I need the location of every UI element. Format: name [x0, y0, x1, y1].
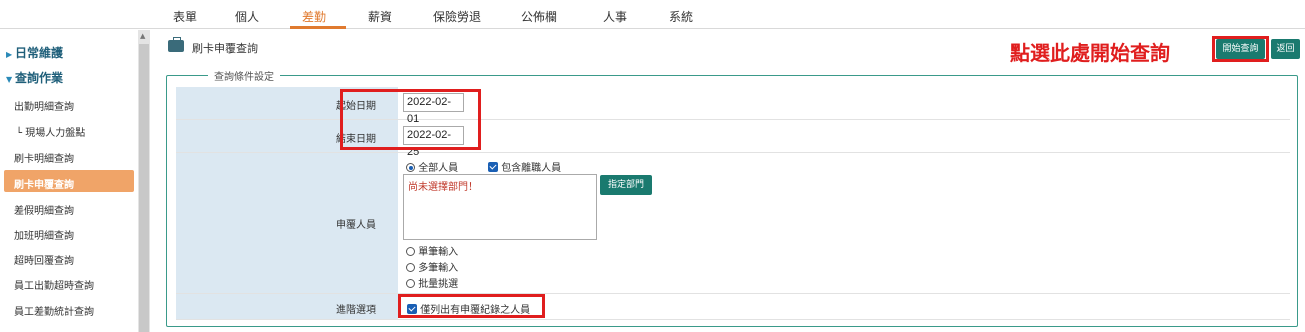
tab-forms[interactable]: 表單 [173, 8, 197, 25]
include-resigned-option[interactable]: 包含離職人員 [488, 159, 561, 174]
advanced-options-label: 進階選項 [336, 305, 376, 316]
sidebar-group-label: 查詢作業 [15, 71, 64, 85]
checkbox-checked-icon[interactable] [488, 162, 498, 172]
tab-attendance[interactable]: 差勤 [302, 8, 326, 25]
page-title: 刷卡申覆查詢 [192, 42, 258, 55]
active-tab-indicator [290, 26, 346, 29]
department-placeholder: 尚未選擇部門！ [408, 182, 478, 193]
sidebar-item[interactable]: 員工出勤超時查詢 [14, 277, 94, 292]
tab-bulletin[interactable]: 公佈欄 [521, 8, 557, 25]
sidebar-item-active-label: 刷卡申覆查詢 [14, 180, 74, 191]
sidebar-item[interactable]: 出勤明細查詢 [14, 98, 74, 113]
single-entry-option[interactable]: 單筆輸入 [406, 243, 458, 258]
row-divider [176, 293, 1290, 294]
sidebar: ▶ 日常維護 ▼ 查詢作業 出勤明細查詢 └ 現場人力盤點 刷卡明細查詢 刷卡申覆查… [0, 30, 136, 332]
sidebar-item[interactable]: 刷卡明細查詢 [14, 150, 74, 165]
department-list[interactable]: 尚未選擇部門！ [403, 174, 597, 240]
highlight-box-advanced [398, 294, 545, 318]
row-divider [176, 152, 1290, 153]
tab-insurance[interactable]: 保險勞退 [433, 8, 481, 25]
top-navigation: 表單 個人 差勤 薪資 保險勞退 公佈欄 人事 系統 [0, 0, 1305, 29]
fieldset-legend: 查詢條件設定 [208, 68, 280, 83]
briefcase-icon [168, 37, 184, 52]
tab-hr[interactable]: 人事 [603, 8, 627, 25]
sidebar-group-query[interactable]: ▼ 查詢作業 [6, 69, 63, 86]
tab-salary[interactable]: 薪資 [368, 8, 392, 25]
sidebar-item[interactable]: 差假明細查詢 [14, 202, 74, 217]
instruction-annotation: 點選此處開始查詢 [1010, 41, 1170, 65]
highlight-box-dates [340, 89, 481, 150]
tab-system[interactable]: 系統 [669, 8, 693, 25]
sidebar-item[interactable]: 超時回覆查詢 [14, 252, 74, 267]
employees-label: 申覆人員 [336, 220, 376, 231]
start-query-button[interactable]: 開始查詢 [1216, 39, 1265, 59]
back-button[interactable]: 返回 [1271, 39, 1300, 59]
sidebar-group-label: 日常維護 [15, 46, 64, 60]
scroll-up-icon[interactable]: ▲ [140, 32, 145, 40]
radio-selected-icon[interactable] [406, 163, 415, 172]
radio-icon[interactable] [406, 279, 415, 288]
sidebar-item[interactable]: └ 現場人力盤點 [16, 124, 85, 139]
assign-department-button[interactable]: 指定部門 [600, 175, 652, 195]
tab-personal[interactable]: 個人 [235, 8, 259, 25]
sidebar-group-daily[interactable]: ▶ 日常維護 [6, 44, 63, 61]
sidebar-item[interactable]: 員工差勤統計查詢 [14, 303, 94, 318]
row-divider [176, 319, 1290, 320]
scrollbar-thumb[interactable] [139, 44, 149, 332]
caret-right-icon: ▶ [6, 50, 13, 59]
multi-entry-option[interactable]: 多筆輸入 [406, 259, 458, 274]
sidebar-scrollbar[interactable]: ▲ [138, 30, 150, 332]
all-employees-option[interactable]: 全部人員 [406, 159, 458, 174]
caret-down-icon: ▼ [6, 75, 13, 84]
radio-icon[interactable] [406, 247, 415, 256]
batch-select-option[interactable]: 批量挑選 [406, 275, 458, 290]
radio-icon[interactable] [406, 263, 415, 272]
sidebar-item[interactable]: 加班明細查詢 [14, 227, 74, 242]
